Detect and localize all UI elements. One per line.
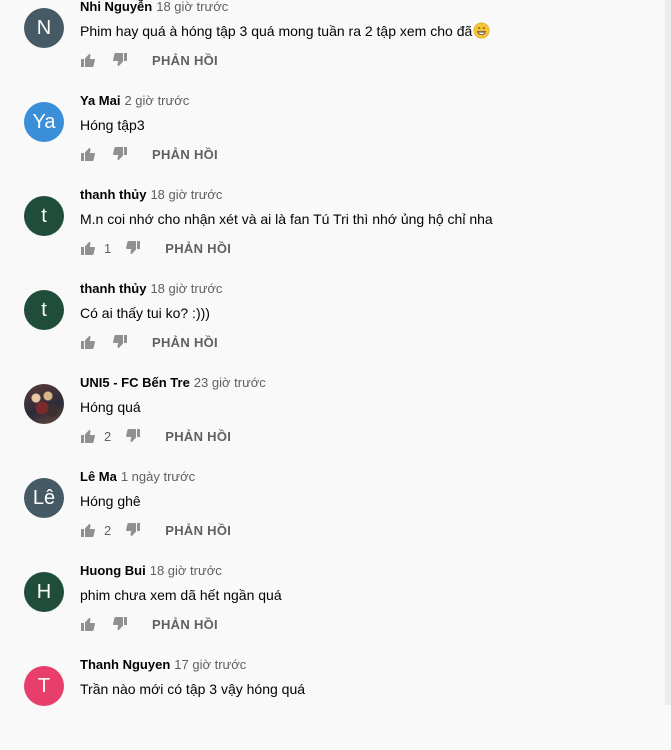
comment-text: Có ai thấy tui ko? :))) <box>80 305 210 321</box>
timestamp[interactable]: 17 giờ trước <box>174 657 246 672</box>
comment-header: thanh thủy 18 giờ trước <box>80 281 222 297</box>
timestamp[interactable]: 18 giờ trước <box>150 187 222 202</box>
thumbs-down-icon[interactable] <box>112 146 128 162</box>
comment-header: Thanh Nguyen 17 giờ trước <box>80 657 246 673</box>
reply-button[interactable]: PHẢN HỒI <box>165 429 231 444</box>
author-name[interactable]: Huong Bui <box>80 563 146 578</box>
comment-item: Ya Ya Mai 2 giờ trước Hóng tập3 PHẢN HỒI <box>0 92 660 186</box>
comment-text: Phim hay quá à hóng tập 3 quá mong tuần … <box>80 21 490 41</box>
reply-button[interactable]: PHẢN HỒI <box>152 53 218 68</box>
author-name[interactable]: Nhi Nguyễn <box>80 0 152 14</box>
avatar[interactable]: Ya <box>24 102 64 142</box>
avatar[interactable]: Lê <box>24 478 64 518</box>
timestamp[interactable]: 18 giờ trước <box>156 0 228 14</box>
avatar[interactable]: N <box>24 8 64 48</box>
comment-item: Lê Lê Ma 1 ngày trước Hóng ghê 2 PHẢN HỒI <box>0 468 660 562</box>
comment-actions: 2 PHẢN HỒI <box>80 426 231 446</box>
timestamp[interactable]: 18 giờ trước <box>150 281 222 296</box>
avatar[interactable] <box>24 384 64 424</box>
like-count: 2 <box>104 522 112 538</box>
comment-item: H Huong Bui 18 giờ trước phim chưa xem dã… <box>0 562 660 656</box>
comment-header: thanh thủy 18 giờ trước <box>80 187 222 203</box>
comment-header: Ya Mai 2 giờ trước <box>80 93 189 109</box>
comment-text: phim chưa xem dã hết ngần quá <box>80 587 282 603</box>
author-name[interactable]: thanh thủy <box>80 187 146 202</box>
grinning-face-emoji-icon <box>473 22 490 39</box>
thumbs-up-icon[interactable] <box>80 334 96 350</box>
author-name[interactable]: Ya Mai <box>80 93 120 108</box>
reply-button[interactable]: PHẢN HỒI <box>152 147 218 162</box>
like-count: 1 <box>104 240 112 256</box>
comment-text-content: Phim hay quá à hóng tập 3 quá mong tuần … <box>80 23 473 39</box>
comment-item: UNI5 - FC Bến Tre 23 giờ trước Hóng quá 2… <box>0 374 660 468</box>
reply-button[interactable]: PHẢN HỒI <box>165 523 231 538</box>
avatar[interactable]: t <box>24 196 64 236</box>
avatar[interactable]: H <box>24 572 64 612</box>
comment-header: UNI5 - FC Bến Tre 23 giờ trước <box>80 375 266 391</box>
reply-button[interactable]: PHẢN HỒI <box>165 241 231 256</box>
timestamp[interactable]: 23 giờ trước <box>194 375 266 390</box>
author-name[interactable]: Thanh Nguyen <box>80 657 170 672</box>
timestamp[interactable]: 1 ngày trước <box>121 469 195 484</box>
comment-actions: PHẢN HỒI <box>80 614 218 634</box>
thumbs-down-icon[interactable] <box>112 334 128 350</box>
comment-actions: 2 PHẢN HỒI <box>80 520 231 540</box>
scrollbar-track[interactable] <box>665 0 671 705</box>
thumbs-down-icon[interactable] <box>125 522 141 538</box>
timestamp[interactable]: 18 giờ trước <box>150 563 222 578</box>
comment-actions: PHẢN HỒI <box>80 144 218 164</box>
comment-text: Hóng tập3 <box>80 117 145 133</box>
comment-text: Trần nào mới có tập 3 vậy hóng quá <box>80 681 306 697</box>
author-name[interactable]: UNI5 - FC Bến Tre <box>80 375 190 390</box>
like-count: 2 <box>104 428 112 444</box>
thumbs-up-icon[interactable] <box>80 240 96 256</box>
thumbs-up-icon[interactable] <box>80 52 96 68</box>
comment-actions: PHẢN HỒI <box>80 50 218 70</box>
thumbs-up-icon[interactable] <box>80 428 96 444</box>
thumbs-up-icon[interactable] <box>80 616 96 632</box>
comment-actions: 1 PHẢN HỒI <box>80 238 231 258</box>
comment-text: M.n coi nhớ cho nhận xét và ai là fan Tú… <box>80 211 493 227</box>
comment-header: Lê Ma 1 ngày trước <box>80 469 195 485</box>
thumbs-down-icon[interactable] <box>125 240 141 256</box>
comment-item: N Nhi Nguyễn 18 giờ trước Phim hay quá à … <box>0 0 660 92</box>
avatar[interactable]: T <box>24 666 64 706</box>
reply-button[interactable]: PHẢN HỒI <box>152 617 218 632</box>
comment-header: Huong Bui 18 giờ trước <box>80 563 222 579</box>
author-name[interactable]: thanh thủy <box>80 281 146 296</box>
timestamp[interactable]: 2 giờ trước <box>124 93 189 108</box>
thumbs-up-icon[interactable] <box>80 522 96 538</box>
comment-actions: PHẢN HỒI <box>80 332 218 352</box>
thumbs-down-icon[interactable] <box>125 428 141 444</box>
comment-header: Nhi Nguyễn 18 giờ trước <box>80 0 228 15</box>
thumbs-up-icon[interactable] <box>80 146 96 162</box>
comment-text: Hóng quá <box>80 399 141 415</box>
thumbs-down-icon[interactable] <box>112 616 128 632</box>
author-name[interactable]: Lê Ma <box>80 469 117 484</box>
comment-item: T Thanh Nguyen 17 giờ trước Trần nào mới … <box>0 656 660 750</box>
comment-text: Hóng ghê <box>80 493 141 509</box>
avatar[interactable]: t <box>24 290 64 330</box>
reply-button[interactable]: PHẢN HỒI <box>152 335 218 350</box>
thumbs-down-icon[interactable] <box>112 52 128 68</box>
comment-item: t thanh thủy 18 giờ trước Có ai thấy tui … <box>0 280 660 374</box>
comment-item: t thanh thủy 18 giờ trước M.n coi nhớ cho… <box>0 186 660 280</box>
